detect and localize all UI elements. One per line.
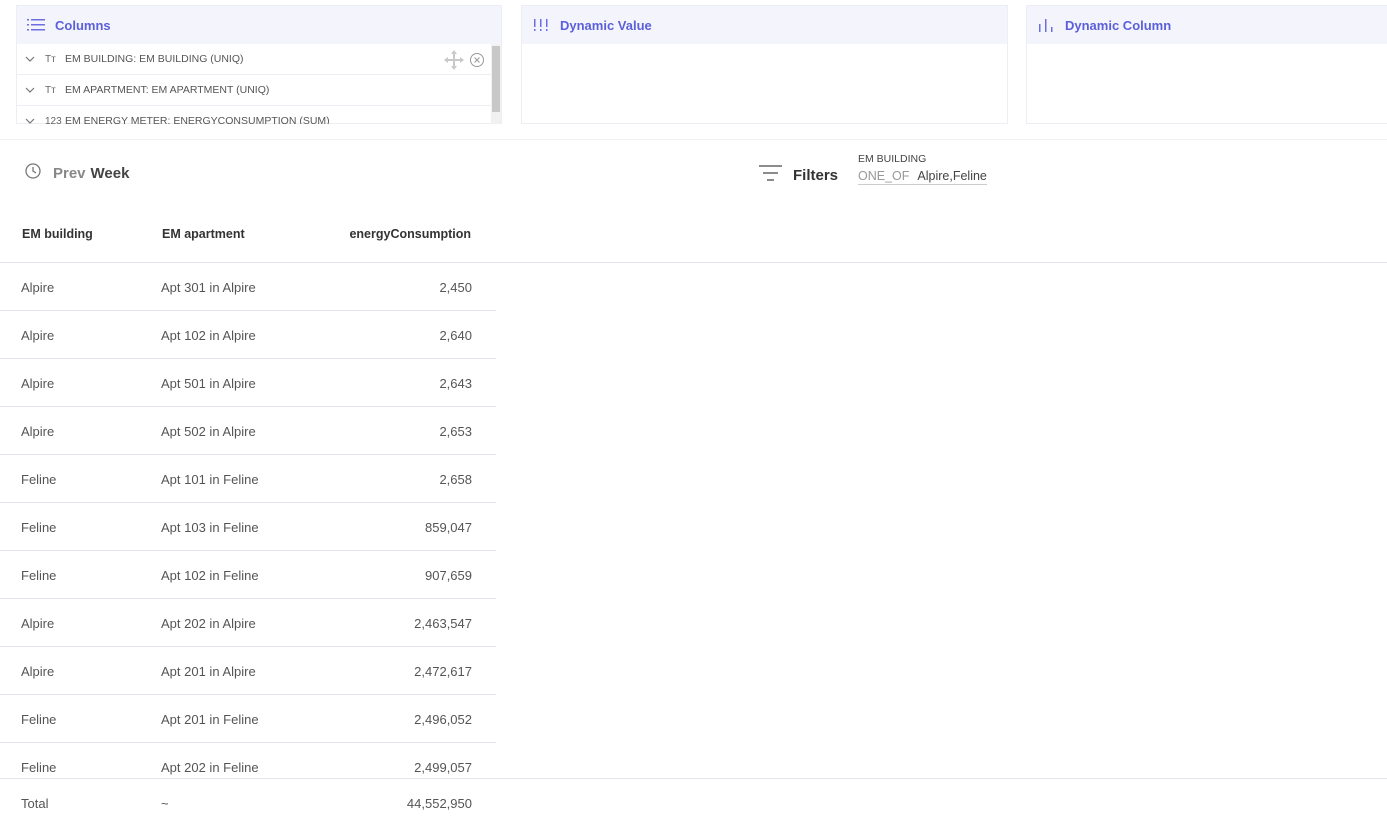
scrollbar-thumb[interactable] (492, 46, 500, 112)
cell-energy: 2,640 (439, 328, 472, 343)
cell-apartment: Apt 201 in Alpire (161, 664, 256, 679)
total-apartment: ~ (161, 796, 169, 811)
cell-energy: 2,450 (439, 280, 472, 295)
cell-energy: 2,499,057 (414, 760, 472, 775)
cell-building: Feline (21, 568, 57, 583)
filter-operator: ONE_OF (858, 169, 910, 183)
cell-building: Feline (21, 760, 57, 775)
cell-building: Feline (21, 472, 57, 487)
table-row[interactable]: Feline Apt 101 in Feline 2,658 (0, 455, 496, 503)
number-type-icon: 123 (45, 115, 62, 125)
cell-apartment: Apt 202 in Alpire (161, 616, 256, 631)
dynamic-value-panel-header: Dynamic Value (522, 6, 1007, 44)
column-item[interactable]: Tт EM APARTMENT: EM APARTMENT (UNIQ) (17, 75, 501, 106)
column-item-controls (443, 49, 485, 74)
table-row[interactable]: Alpire Apt 201 in Alpire 2,472,617 (0, 647, 496, 695)
section-divider (0, 139, 1387, 140)
table-row[interactable]: Feline Apt 103 in Feline 859,047 (0, 503, 496, 551)
columns-panel-title: Columns (55, 17, 111, 33)
chevron-down-icon[interactable] (25, 116, 35, 124)
cell-building: Alpire (21, 616, 55, 631)
filter-values: Alpire,Feline (917, 169, 987, 183)
cell-apartment: Apt 301 in Alpire (161, 280, 256, 295)
total-label: Total (21, 796, 49, 811)
cell-energy: 2,463,547 (414, 616, 472, 631)
cell-energy: 907,659 (425, 568, 472, 583)
table-row[interactable]: Feline Apt 202 in Feline 2,499,057 (0, 743, 496, 778)
cell-apartment: Apt 102 in Alpire (161, 328, 256, 343)
table-row[interactable]: Alpire Apt 301 in Alpire 2,450 (0, 263, 496, 311)
column-item-label: EM BUILDING: EM BUILDING (UNIQ) (65, 53, 244, 65)
text-type-icon: Tт (45, 53, 56, 65)
cell-apartment: Apt 202 in Feline (161, 760, 259, 775)
list-icon (27, 18, 45, 32)
cell-energy: 2,643 (439, 376, 472, 391)
cell-building: Alpire (21, 280, 55, 295)
bar-chart-icon (1037, 18, 1055, 32)
text-type-icon: Tт (45, 84, 56, 96)
cell-apartment: Apt 502 in Alpire (161, 424, 256, 439)
time-period-label: Week (90, 164, 130, 182)
columns-scrollbar[interactable] (491, 44, 501, 124)
cell-energy: 2,653 (439, 424, 472, 439)
cell-apartment: Apt 501 in Alpire (161, 376, 256, 391)
clock-icon (25, 163, 41, 183)
table-row[interactable]: Alpire Apt 102 in Alpire 2,640 (0, 311, 496, 359)
table-row[interactable]: Feline Apt 201 in Feline 2,496,052 (0, 695, 496, 743)
column-item[interactable]: Tт EM BUILDING: EM BUILDING (UNIQ) (17, 44, 501, 75)
column-header-energy-consumption[interactable]: energyConsumption (300, 227, 471, 241)
cell-energy: 2,658 (439, 472, 472, 487)
time-period-selector[interactable]: Prev Week (25, 163, 129, 183)
table-footer-total: Total ~ 44,552,950 (0, 778, 1387, 825)
cell-energy: 2,472,617 (414, 664, 472, 679)
chevron-down-icon[interactable] (25, 54, 35, 64)
total-energy: 44,552,950 (406, 796, 472, 811)
table-row[interactable]: Alpire Apt 501 in Alpire 2,643 (0, 359, 496, 407)
columns-panel: Columns Tт EM BUILDING: EM BUILDING (UNI… (16, 5, 502, 124)
cell-apartment: Apt 201 in Feline (161, 712, 259, 727)
filters-label: Filters (793, 167, 839, 184)
cell-energy: 2,496,052 (414, 712, 472, 727)
column-header-em-building[interactable]: EM building (22, 227, 93, 241)
column-item[interactable]: 123 EM ENERGY METER: ENERGYCONSUMPTION (… (17, 106, 501, 124)
cell-energy: 859,047 (425, 520, 472, 535)
column-item-label: EM APARTMENT: EM APARTMENT (UNIQ) (65, 84, 270, 96)
filter-field: EM BUILDING (858, 153, 927, 165)
table-row[interactable]: Alpire Apt 202 in Alpire 2,463,547 (0, 599, 496, 647)
table-header: EM building EM apartment energyConsumpti… (0, 207, 1387, 263)
cell-building: Alpire (21, 424, 55, 439)
columns-panel-header: Columns (17, 6, 501, 44)
chevron-down-icon[interactable] (25, 85, 35, 95)
dynamic-column-title: Dynamic Column (1065, 17, 1172, 33)
column-item-label: EM ENERGY METER: ENERGYCONSUMPTION (SUM) (65, 115, 330, 124)
cell-building: Feline (21, 712, 57, 727)
dynamic-column-panel[interactable]: Dynamic Column (1026, 5, 1387, 124)
bars-icon (532, 18, 550, 32)
cell-apartment: Apt 102 in Feline (161, 568, 259, 583)
columns-list: Tт EM BUILDING: EM BUILDING (UNIQ) Tт EM… (17, 44, 501, 124)
dynamic-value-title: Dynamic Value (560, 17, 652, 33)
filter-value: ONE_OF Alpire,Feline (858, 169, 987, 185)
table-body[interactable]: Alpire Apt 301 in Alpire 2,450 Alpire Apt 1… (0, 263, 496, 778)
filters-button[interactable]: Filters (758, 162, 838, 189)
cell-building: Alpire (21, 664, 55, 679)
filter-chip[interactable]: EM BUILDING ONE_OF Alpire,Feline (858, 153, 987, 185)
dynamic-column-panel-header: Dynamic Column (1027, 6, 1387, 44)
remove-icon[interactable] (469, 52, 485, 71)
filter-icon (758, 162, 783, 189)
cell-building: Alpire (21, 328, 55, 343)
move-icon[interactable] (443, 49, 465, 74)
dynamic-value-panel[interactable]: Dynamic Value (521, 5, 1008, 124)
table-row[interactable]: Alpire Apt 502 in Alpire 2,653 (0, 407, 496, 455)
column-header-em-apartment[interactable]: EM apartment (162, 227, 245, 241)
cell-building: Feline (21, 520, 57, 535)
cell-apartment: Apt 101 in Feline (161, 472, 259, 487)
cell-apartment: Apt 103 in Feline (161, 520, 259, 535)
table-row[interactable]: Feline Apt 102 in Feline 907,659 (0, 551, 496, 599)
time-prev-label: Prev (53, 164, 86, 182)
cell-building: Alpire (21, 376, 55, 391)
